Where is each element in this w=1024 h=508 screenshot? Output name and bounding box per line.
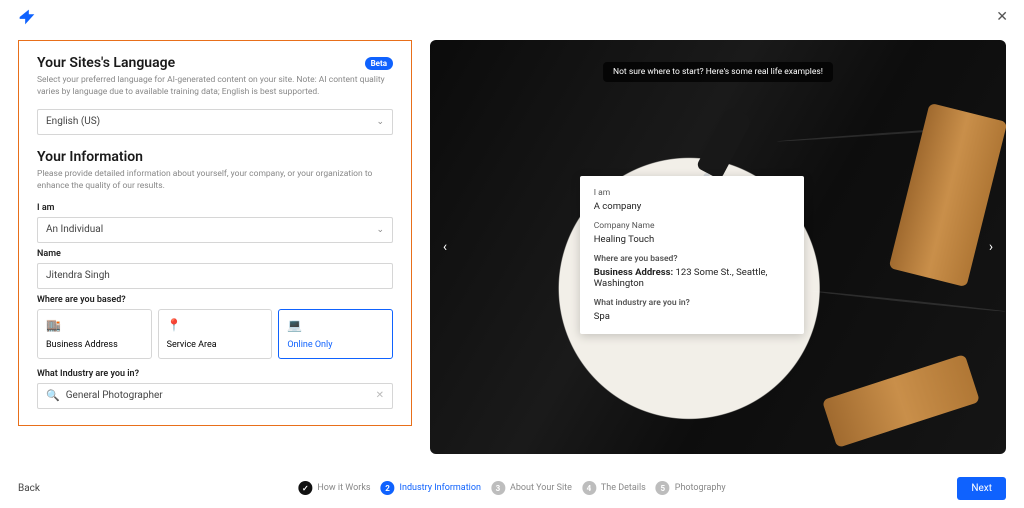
chevron-down-icon: ⌄ — [376, 225, 384, 235]
iam-select[interactable]: An Individual ⌄ — [37, 217, 393, 243]
example-company-label: Company Name — [594, 221, 790, 231]
industry-label: What Industry are you in? — [37, 369, 393, 379]
wizard-footer: Back ✓How it Works 2Industry Information… — [0, 468, 1024, 508]
preview-tooltip: Not sure where to start? Here's some rea… — [603, 62, 833, 82]
carousel-prev-icon[interactable]: ‹ — [436, 236, 454, 258]
step-how-it-works[interactable]: ✓How it Works — [298, 481, 370, 495]
example-industry-label: What industry are you in? — [594, 298, 790, 308]
step-about-your-site[interactable]: 3About Your Site — [491, 481, 572, 495]
next-button[interactable]: Next — [957, 477, 1006, 500]
example-iam-label: I am — [594, 188, 790, 198]
name-label: Name — [37, 249, 393, 259]
beta-badge: Beta — [365, 57, 393, 70]
example-industry-value: Spa — [594, 311, 790, 322]
language-section-help: Select your preferred language for AI-ge… — [37, 75, 393, 99]
based-label: Where are you based? — [37, 295, 393, 305]
location-option-online-only[interactable]: 💻 Online Only — [278, 309, 393, 359]
close-icon[interactable]: ✕ — [996, 9, 1008, 25]
storefront-icon: 🏬 — [46, 318, 143, 332]
name-input[interactable]: Jitendra Singh — [37, 263, 393, 289]
example-based-label: Where are you based? — [594, 254, 790, 264]
step-industry-information[interactable]: 2Industry Information — [381, 481, 481, 495]
carousel-next-icon[interactable]: › — [982, 236, 1000, 258]
language-select[interactable]: English (US) ⌄ — [37, 109, 393, 135]
search-icon: 🔍 — [46, 389, 60, 402]
language-select-value: English (US) — [46, 116, 100, 127]
pin-icon: 📍 — [167, 318, 264, 332]
step-photography[interactable]: 5Photography — [656, 481, 726, 495]
name-input-value: Jitendra Singh — [46, 270, 110, 281]
iam-label: I am — [37, 203, 393, 213]
marble-vein — [806, 290, 1005, 313]
step-the-details[interactable]: 4The Details — [582, 481, 646, 495]
laptop-icon: 💻 — [287, 318, 384, 332]
example-preview: Not sure where to start? Here's some rea… — [430, 40, 1006, 454]
location-option-label: Service Area — [167, 340, 264, 350]
industry-search[interactable]: 🔍 General Photographer ✕ — [37, 383, 393, 409]
location-option-label: Online Only — [287, 340, 384, 350]
wizard-steps: ✓How it Works 2Industry Information 3Abo… — [298, 481, 725, 495]
wood-stick — [822, 354, 980, 448]
example-card: I am A company Company Name Healing Touc… — [580, 176, 804, 334]
iam-select-value: An Individual — [46, 224, 103, 235]
example-company-value: Healing Touch — [594, 234, 790, 245]
example-iam-value: A company — [594, 201, 790, 212]
language-section-title: Your Sites's Language — [37, 55, 175, 71]
location-option-service-area[interactable]: 📍 Service Area — [158, 309, 273, 359]
back-button[interactable]: Back — [18, 483, 40, 494]
location-option-business-address[interactable]: 🏬 Business Address — [37, 309, 152, 359]
info-section-help: Please provide detailed information abou… — [37, 169, 393, 193]
app-logo — [16, 6, 38, 28]
clear-icon[interactable]: ✕ — [376, 390, 384, 401]
info-section-title: Your Information — [37, 149, 393, 165]
industry-search-value: General Photographer — [66, 390, 370, 401]
example-address: Business Address: 123 Some St., Seattle,… — [594, 267, 790, 289]
location-option-label: Business Address — [46, 340, 143, 350]
chevron-down-icon: ⌄ — [376, 117, 384, 127]
form-panel: Your Sites's Language Beta Select your p… — [18, 40, 412, 426]
